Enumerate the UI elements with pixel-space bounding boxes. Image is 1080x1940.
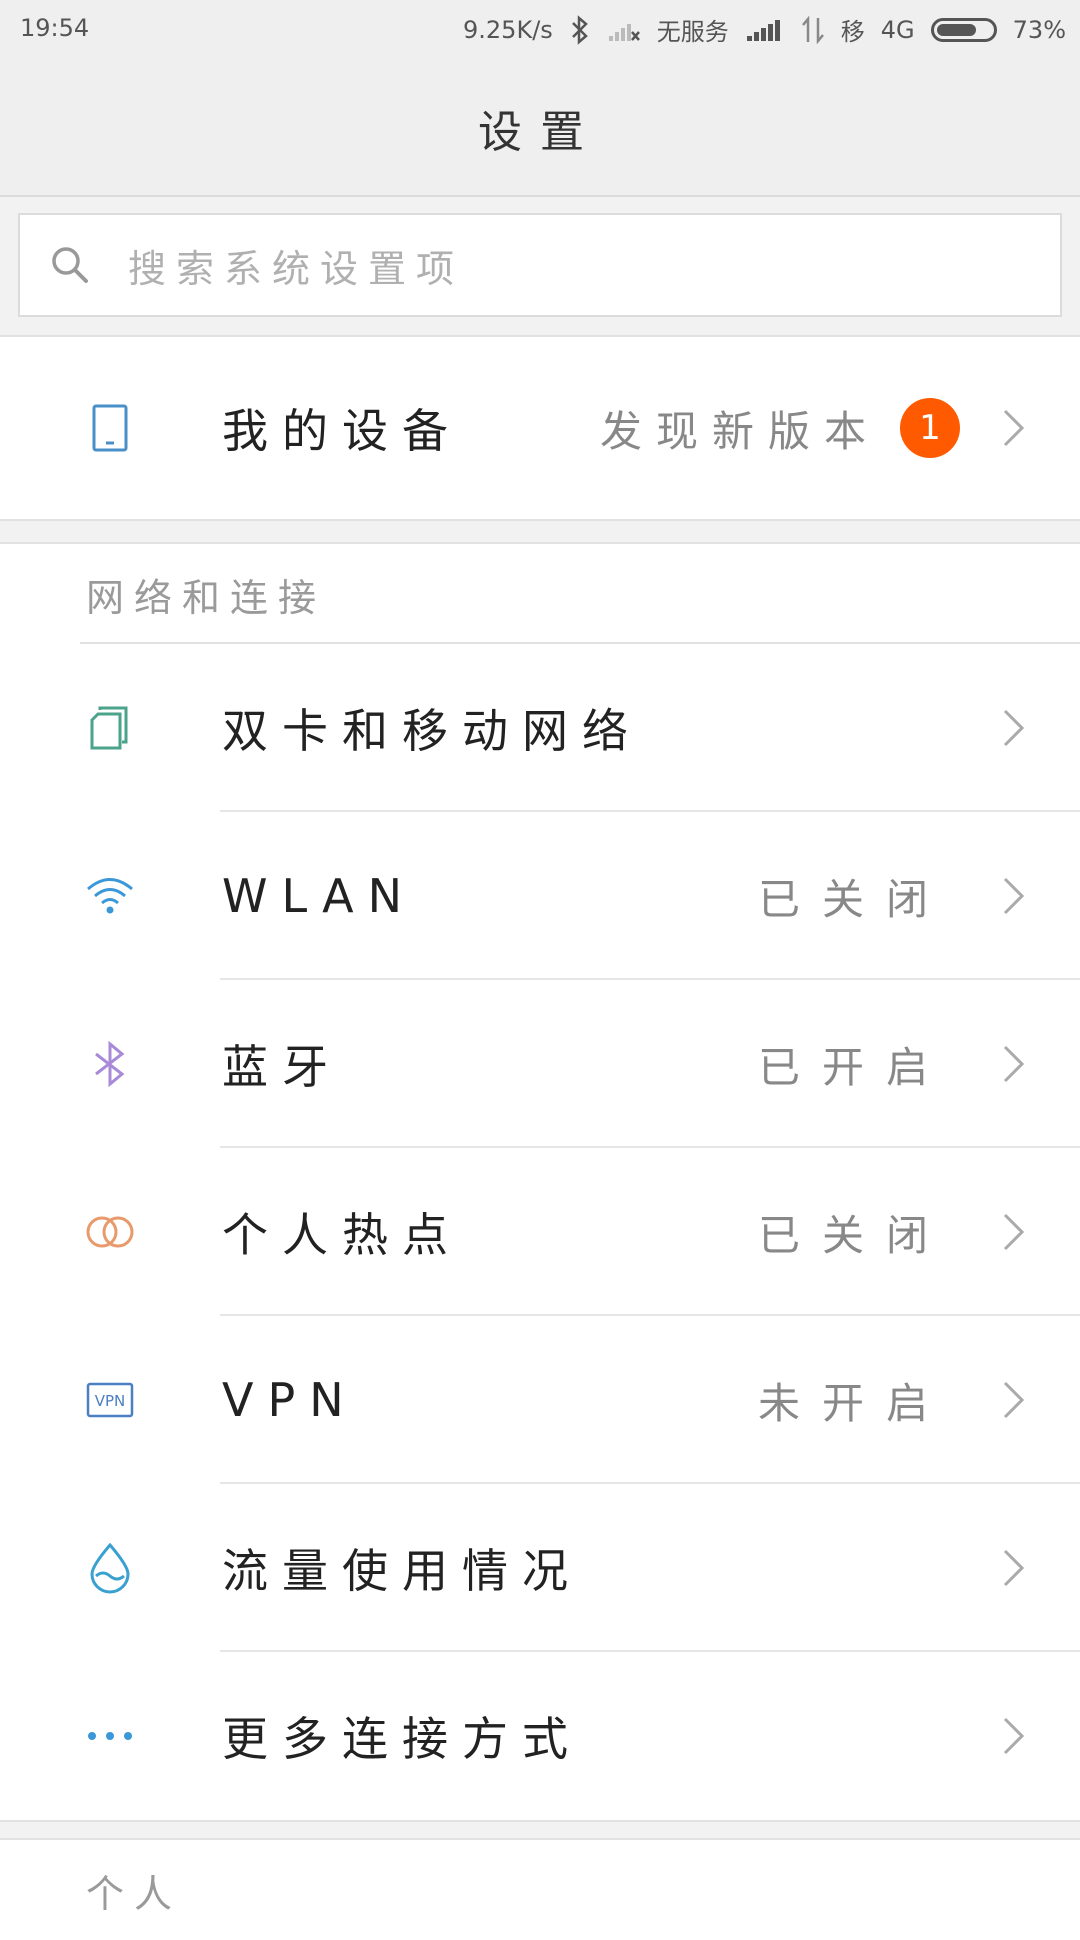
search-area: 搜索系统设置项 [0,197,1080,335]
list-item-vpn[interactable]: VPN VPN 未开启 [0,1316,1080,1484]
my-device-label: 我的设备 [222,404,462,458]
my-device-item[interactable]: 我的设备 发现新版本 1 [0,337,1080,519]
item-label: 流量使用情况 [222,1544,582,1598]
list-item-bluetooth[interactable]: 蓝牙 已开启 [0,980,1080,1148]
section-title-text: 个人 [86,1871,183,1916]
item-label: VPN [222,1373,358,1427]
chevron-right-icon [1003,1717,1025,1755]
status-time: 19:54 [20,14,90,42]
more-icon [80,1706,140,1766]
hotspot-icon [80,1202,140,1262]
status-bar: 19:54 9.25K/s 无服务 移 4G 73% [0,0,1080,60]
search-icon [52,247,88,283]
page-title: 设置 [478,106,602,158]
item-label: 个人热点 [222,1208,462,1262]
section-title-text: 网络和连接 [86,575,327,620]
svg-text:VPN: VPN [95,1392,126,1410]
chevron-right-icon [1003,877,1025,915]
vpn-icon: VPN [80,1370,140,1430]
sim-cards-icon [80,698,140,758]
data-usage-icon [80,1538,140,1598]
search-input[interactable]: 搜索系统设置项 [18,213,1062,317]
battery-fill [936,23,977,36]
signal-icon [745,18,785,42]
list-item-data-usage[interactable]: 流量使用情况 [0,1484,1080,1652]
item-label: 更多连接方式 [222,1712,582,1766]
list-item-hotspot[interactable]: 个人热点 已关闭 [0,1148,1080,1316]
search-placeholder: 搜索系统设置项 [128,246,465,291]
my-device-card: 我的设备 发现新版本 1 [0,335,1080,521]
update-badge: 1 [900,398,960,458]
data-transfer-icon [801,15,825,44]
chevron-right-icon [1003,1381,1025,1419]
section-title-personal: 个人 [0,1840,1080,1940]
battery-percent: 73% [1012,15,1066,44]
sim2-label: 移 [840,18,865,46]
sim1-status: 无服务 [656,18,729,46]
item-label: 蓝牙 [222,1040,342,1094]
section-title-network: 网络和连接 [0,544,1080,644]
list-item-dual-sim[interactable]: 双卡和移动网络 [0,644,1080,812]
page-header: 设置 [0,60,1080,197]
item-value: 已关闭 [757,874,950,924]
chevron-right-icon [1003,1213,1025,1251]
personal-section-card: 个人 [0,1838,1080,1940]
wifi-icon [80,866,140,926]
bluetooth-icon [80,1034,140,1094]
battery-icon [930,17,997,42]
chevron-right-icon [1003,409,1025,447]
item-value: 未开启 [757,1378,950,1428]
chevron-right-icon [1003,1549,1025,1587]
item-label: 双卡和移动网络 [222,704,642,758]
list-item-wlan[interactable]: WLAN 已关闭 [0,812,1080,980]
chevron-right-icon [1003,1045,1025,1083]
chevron-right-icon [1003,709,1025,747]
network-section-card: 网络和连接 双卡和移动网络 WLAN 已关闭 蓝牙 已开启 个人热点 已关闭 V… [0,542,1080,1822]
item-label: WLAN [222,869,417,923]
item-value: 已关闭 [757,1210,950,1260]
bluetooth-status-icon [569,14,591,45]
item-value: 已开启 [757,1042,950,1092]
my-device-value: 发现新版本 [599,406,880,456]
phone-icon [80,398,140,458]
no-signal-icon [607,18,641,42]
list-item-more-connections[interactable]: 更多连接方式 [0,1652,1080,1820]
network-type: 4G [880,15,915,44]
network-speed: 9.25K/s [463,15,553,44]
